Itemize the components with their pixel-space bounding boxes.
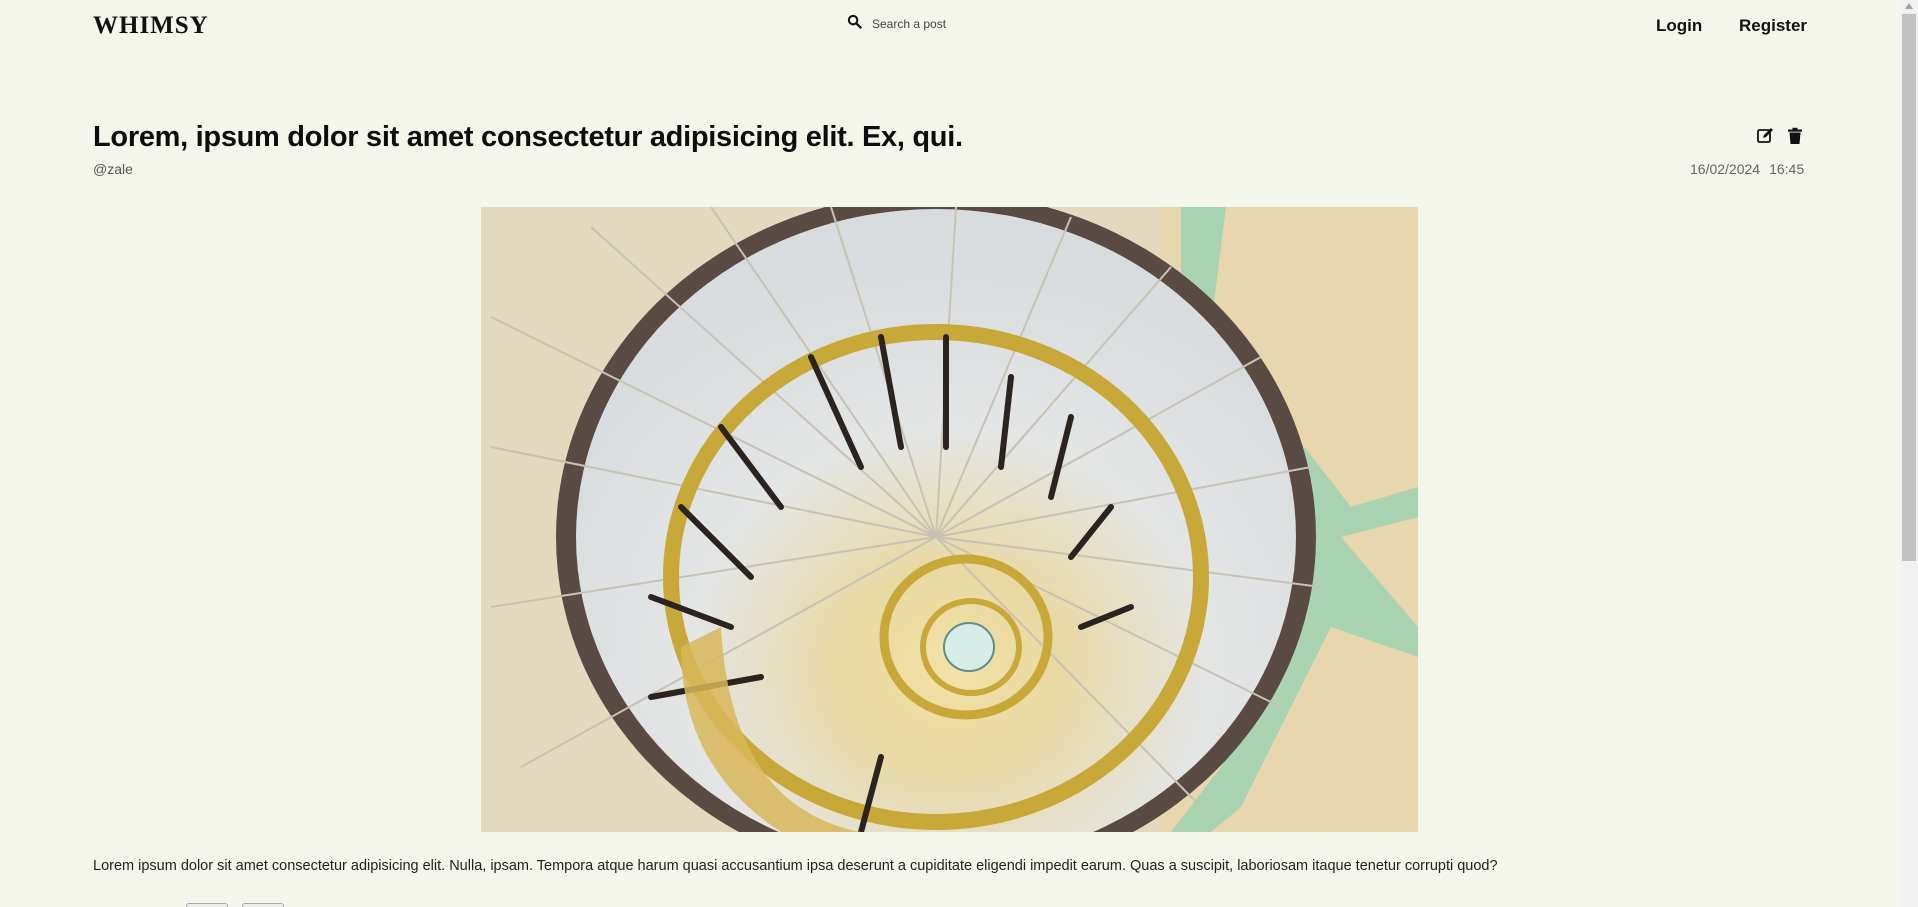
- scrollbar-thumb[interactable]: [1902, 14, 1916, 561]
- post-meta: 16/02/2024 16:45: [1690, 161, 1804, 177]
- trash-icon[interactable]: [1786, 127, 1804, 145]
- post-date: 16/02/2024: [1690, 161, 1761, 177]
- scrollbar[interactable]: [1900, 0, 1918, 907]
- register-link[interactable]: Register: [1739, 16, 1807, 36]
- post-title: Lorem, ipsum dolor sit amet consectetur …: [93, 121, 963, 153]
- site-logo[interactable]: WHIMSY: [93, 12, 209, 40]
- post-image: [481, 207, 1418, 832]
- tag-chip[interactable]: [186, 903, 228, 907]
- edit-icon[interactable]: [1756, 127, 1774, 145]
- search-icon: [847, 14, 862, 34]
- post-body: Lorem ipsum dolor sit amet consectetur a…: [93, 858, 1498, 874]
- search-bar[interactable]: [847, 14, 1072, 34]
- tag-list: [186, 903, 284, 907]
- login-link[interactable]: Login: [1656, 16, 1702, 36]
- post-actions: [1756, 127, 1804, 145]
- page: WHIMSY Login Register Lorem, ipsum dolor…: [0, 0, 1900, 907]
- post-time: 16:45: [1769, 161, 1805, 177]
- site-header: WHIMSY Login Register: [0, 0, 1900, 52]
- tag-chip[interactable]: [242, 903, 284, 907]
- post-author[interactable]: @zale: [93, 161, 133, 177]
- scroll-up-arrow-icon[interactable]: [1905, 3, 1913, 9]
- search-input[interactable]: [872, 17, 1072, 31]
